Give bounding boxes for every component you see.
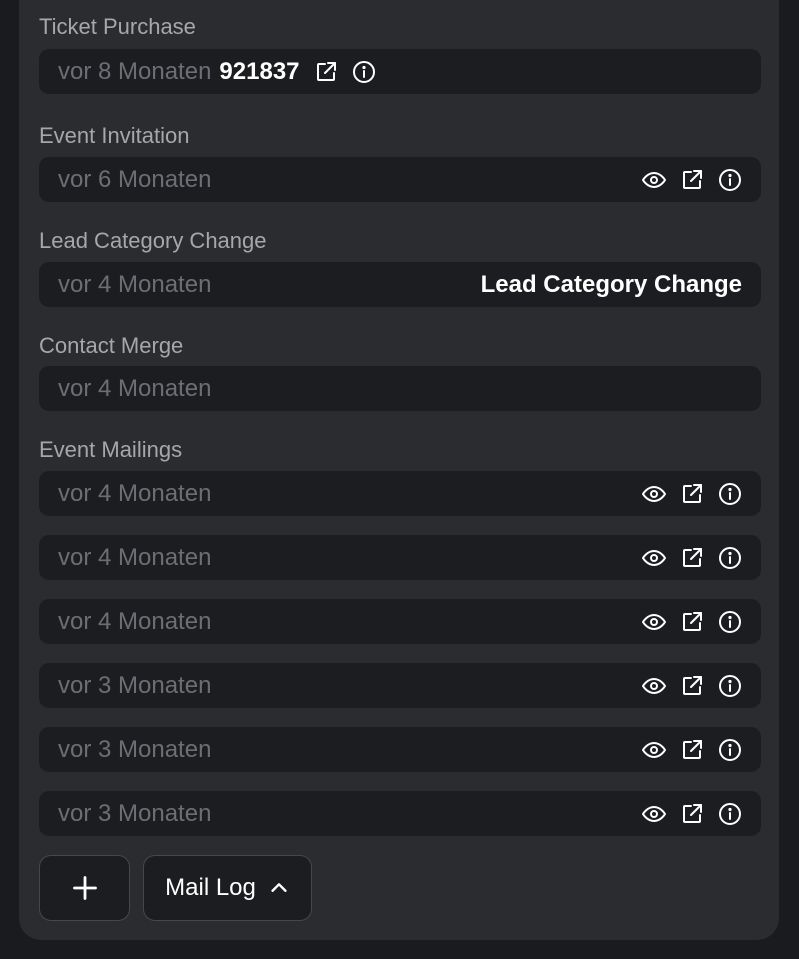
eye-icon[interactable] <box>642 738 666 762</box>
eye-icon[interactable] <box>642 168 666 192</box>
timestamp: vor 8 Monaten <box>58 57 212 85</box>
info-icon[interactable] <box>718 802 742 826</box>
event-invitation-row: vor 6 Monaten <box>39 157 761 202</box>
timestamp: vor 6 Monaten <box>58 165 212 193</box>
lead-category-change-label: Lead Category Change <box>39 228 267 253</box>
contact-merge-label: Contact Merge <box>39 333 184 358</box>
info-icon[interactable] <box>718 546 742 570</box>
add-button[interactable] <box>39 855 130 921</box>
event-mailing-row: vor 3 Monaten <box>39 791 761 836</box>
timestamp: vor 3 Monaten <box>58 799 212 827</box>
chevron-up-icon <box>268 877 290 899</box>
info-icon[interactable] <box>352 60 376 84</box>
timestamp: vor 3 Monaten <box>58 735 212 763</box>
timestamp: vor 3 Monaten <box>58 671 212 699</box>
ticket-number: 921837 <box>219 57 300 85</box>
event-mailing-row: vor 4 Monaten <box>39 599 761 644</box>
external-link-icon[interactable] <box>680 482 704 506</box>
event-mailing-row: vor 3 Monaten <box>39 663 761 708</box>
info-icon[interactable] <box>718 610 742 634</box>
eye-icon[interactable] <box>642 546 666 570</box>
timestamp: vor 4 Monaten <box>58 270 212 298</box>
external-link-icon[interactable] <box>680 546 704 570</box>
ticket-purchase-row: vor 8 Monaten 921837 <box>39 49 761 94</box>
info-icon[interactable] <box>718 168 742 192</box>
mail-log-label: Mail Log <box>165 874 256 901</box>
eye-icon[interactable] <box>642 482 666 506</box>
info-icon[interactable] <box>718 738 742 762</box>
contact-merge-row: vor 4 Monaten <box>39 366 761 411</box>
external-link-icon[interactable] <box>314 60 338 84</box>
event-invitation-label: Event Invitation <box>39 123 190 148</box>
timestamp: vor 4 Monaten <box>58 374 212 402</box>
eye-icon[interactable] <box>642 802 666 826</box>
external-link-icon[interactable] <box>680 738 704 762</box>
lead-category-change-row: vor 4 Monaten Lead Category Change <box>39 262 761 307</box>
event-mailing-row: vor 3 Monaten <box>39 727 761 772</box>
eye-icon[interactable] <box>642 610 666 634</box>
external-link-icon[interactable] <box>680 802 704 826</box>
event-mailings-label: Event Mailings <box>39 437 183 462</box>
lead-category-value: Lead Category Change <box>480 270 742 298</box>
external-link-icon[interactable] <box>680 168 704 192</box>
mail-log-button[interactable]: Mail Log <box>143 855 312 921</box>
timestamp: vor 4 Monaten <box>58 543 212 571</box>
event-mailing-row: vor 4 Monaten <box>39 471 761 516</box>
timestamp: vor 4 Monaten <box>58 607 212 635</box>
external-link-icon[interactable] <box>680 674 704 698</box>
eye-icon[interactable] <box>642 674 666 698</box>
info-icon[interactable] <box>718 674 742 698</box>
ticket-purchase-label: Ticket Purchase <box>39 14 196 39</box>
info-icon[interactable] <box>718 482 742 506</box>
external-link-icon[interactable] <box>680 610 704 634</box>
event-mailing-row: vor 4 Monaten <box>39 535 761 580</box>
timestamp: vor 4 Monaten <box>58 479 212 507</box>
plus-icon <box>71 874 99 902</box>
